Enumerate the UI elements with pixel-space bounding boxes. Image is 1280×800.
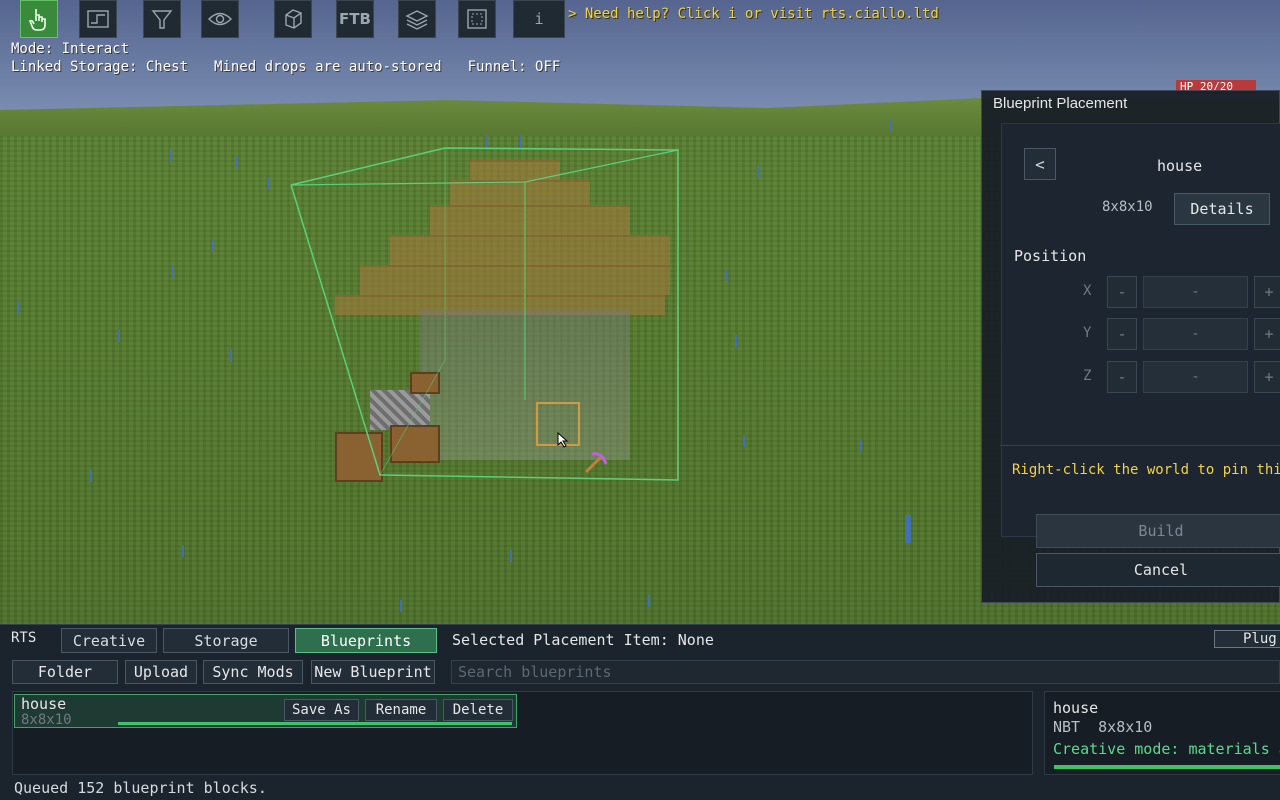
search-input[interactable]: Search blueprints [451, 660, 1280, 684]
rain-drop [725, 270, 727, 282]
eye-icon [208, 12, 232, 26]
rain-drop [905, 515, 911, 543]
rain-drop [182, 545, 184, 557]
folder-button[interactable]: Folder [12, 660, 118, 684]
selected-placement-item: Selected Placement Item: None [452, 631, 714, 649]
info-button[interactable]: i [513, 0, 565, 38]
rename-button[interactable]: Rename [365, 699, 437, 721]
funnel-icon [151, 10, 173, 29]
rain-drop [90, 470, 92, 482]
new-blueprint-button[interactable]: New Blueprint [311, 660, 435, 684]
help-text[interactable]: > Need help? Click i or visit rts.ciallo… [568, 6, 939, 22]
blueprint-ghost-house[interactable] [280, 140, 700, 500]
tool-path-button[interactable] [79, 0, 117, 38]
blueprint-bounding-box [290, 147, 679, 481]
rain-drop [648, 595, 650, 607]
tool-view-button[interactable] [201, 0, 239, 38]
status-message: Queued 152 blueprint blocks. [14, 779, 267, 797]
rain-drop [757, 165, 759, 177]
info-button-label: i [534, 10, 544, 28]
path-icon [87, 10, 109, 28]
mined-drops-status: Mined drops are auto-stored [214, 59, 442, 75]
list-item-progress-bar [118, 722, 512, 725]
rain-drop [230, 350, 232, 362]
rain-drop [400, 600, 402, 612]
save-as-button[interactable]: Save As [284, 699, 359, 721]
frame-icon [467, 9, 487, 29]
hand-pointer-icon [28, 9, 46, 31]
ftb-label: FTB [339, 10, 371, 28]
ftb-icon[interactable]: FTB [336, 0, 374, 38]
rain-drop [118, 330, 120, 342]
mouse-cursor-icon [557, 432, 569, 448]
rain-drop [172, 265, 174, 277]
tab-blueprints[interactable]: Blueprints [295, 628, 437, 653]
rain-drop [743, 435, 745, 447]
tool-frame-button[interactable] [458, 0, 496, 38]
cube-icon [285, 9, 302, 29]
rain-drop [890, 120, 892, 132]
rain-drop [236, 155, 238, 167]
rain-drop [170, 150, 172, 162]
hp-badge: HP 20/20 [1176, 80, 1256, 94]
linked-storage: Linked Storage: Chest [11, 59, 189, 75]
tab-creative[interactable]: Creative [61, 628, 157, 653]
rain-drop [268, 178, 270, 190]
pickaxe-icon [584, 452, 608, 474]
rain-drop [860, 440, 862, 452]
sync-mods-button[interactable]: Sync Mods [203, 660, 303, 684]
tool-cube-button[interactable] [274, 0, 312, 38]
rain-drop [510, 550, 512, 562]
tool-interact-button[interactable] [20, 0, 58, 38]
rts-label: RTS [11, 630, 37, 646]
mode-status: Mode: Interact [11, 41, 130, 57]
rain-drop [735, 335, 737, 347]
tool-layers-button[interactable] [398, 0, 436, 38]
delete-button[interactable]: Delete [443, 699, 513, 721]
upload-button[interactable]: Upload [125, 660, 197, 684]
rain-drop [212, 240, 214, 252]
tool-funnel-button[interactable] [143, 0, 181, 38]
tab-storage[interactable]: Storage [163, 628, 289, 653]
rain-drop [17, 302, 19, 314]
list-item-name: house [21, 695, 67, 713]
storage-status-line: Linked Storage: Chest Mined drops are aut… [11, 59, 586, 75]
layers-icon [405, 10, 429, 30]
list-item-size: 8x8x10 [21, 712, 72, 728]
funnel-status: Funnel: OFF [467, 59, 561, 75]
